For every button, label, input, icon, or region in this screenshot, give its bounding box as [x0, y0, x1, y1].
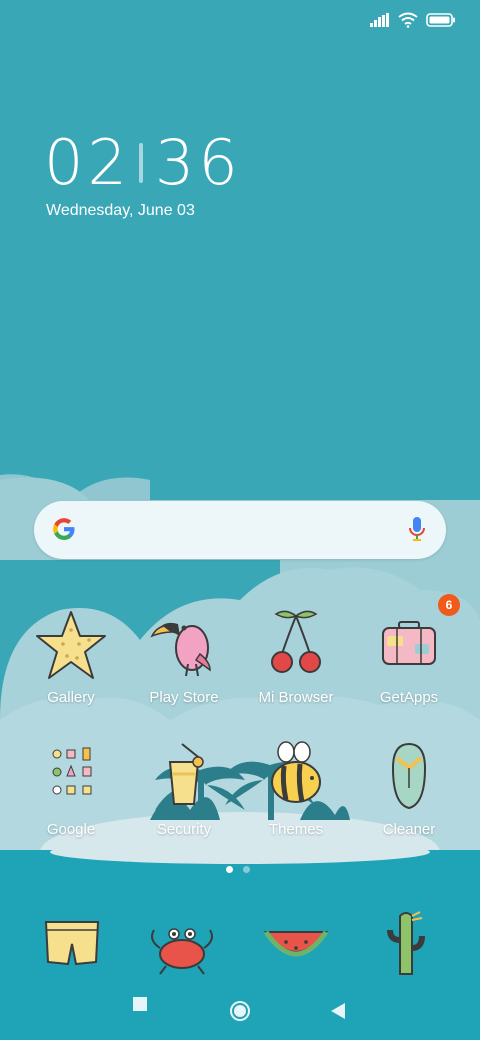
wifi-icon [398, 12, 418, 28]
page-indicator[interactable] [226, 866, 250, 873]
clock-separator [138, 143, 143, 183]
battery-icon [426, 13, 455, 27]
app-mi-browser[interactable]: Mi Browser [241, 606, 351, 706]
back-button[interactable] [330, 1002, 346, 1020]
app-label: Themes [268, 821, 324, 838]
app-cleaner[interactable]: Cleaner [354, 738, 464, 838]
crab-icon[interactable] [142, 904, 222, 984]
app-getapps[interactable]: 6 GetApps [354, 594, 464, 706]
app-label: Google [46, 821, 96, 838]
flip-flop-icon [391, 742, 427, 810]
signal-icon [370, 13, 389, 27]
app-security[interactable]: Security [129, 738, 239, 838]
recents-button[interactable] [132, 996, 148, 1012]
notification-badge: 6 [438, 594, 460, 616]
app-themes[interactable]: Themes [241, 738, 351, 838]
watermelon-icon[interactable] [256, 904, 336, 984]
google-g-icon [53, 518, 75, 540]
app-google-folder[interactable]: Google [16, 738, 126, 838]
app-label: GetApps [379, 689, 439, 706]
clock-widget[interactable]: 02 36 [44, 128, 242, 198]
folder-icon [52, 747, 92, 795]
app-label: Play Store [149, 689, 219, 706]
app-label: Cleaner [382, 821, 436, 838]
app-gallery[interactable]: Gallery [16, 606, 126, 706]
home-button[interactable] [229, 1000, 251, 1022]
app-label: Security [156, 821, 212, 838]
starfish-icon [36, 611, 106, 679]
cactus-icon[interactable] [366, 904, 446, 984]
cherry-icon [271, 610, 321, 673]
juice-glass-icon [168, 743, 204, 805]
app-play-store[interactable]: Play Store [129, 606, 239, 706]
status-bar [370, 12, 456, 28]
clock-hours: 02 [44, 126, 131, 199]
page-dot-active[interactable] [226, 866, 233, 873]
mic-icon[interactable] [408, 516, 426, 544]
page-dot[interactable] [243, 866, 250, 873]
toucan-icon [150, 622, 211, 677]
clock-minutes: 36 [154, 126, 242, 199]
app-label: Gallery [47, 689, 95, 706]
suitcase-icon [382, 621, 436, 665]
shorts-icon[interactable] [32, 904, 112, 984]
bee-icon [271, 741, 321, 803]
google-search-bar[interactable] [34, 501, 446, 559]
app-label: Mi Browser [258, 689, 334, 706]
clock-date[interactable]: Wednesday, June 03 [46, 202, 195, 220]
